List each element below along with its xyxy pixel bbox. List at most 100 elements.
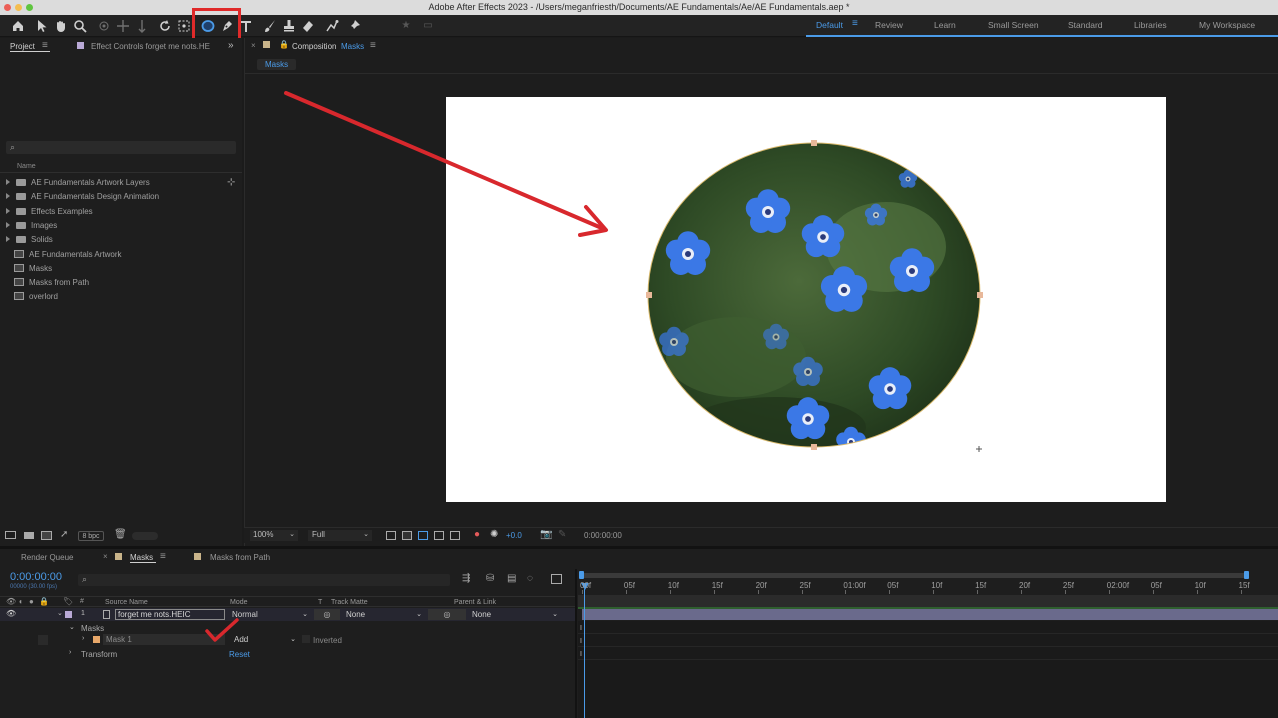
graph-editor-icon[interactable] <box>551 574 562 584</box>
minimize-window-button[interactable] <box>15 4 22 11</box>
reset-link[interactable]: Reset <box>229 650 250 659</box>
playhead-line[interactable] <box>584 589 585 718</box>
frame-blending-icon[interactable]: ▤ <box>507 573 516 584</box>
snapshot-icon[interactable]: 📷 <box>540 529 552 540</box>
layer-duration-bar[interactable] <box>582 609 1278 620</box>
workspace-default[interactable]: Default <box>816 20 843 30</box>
workspace-small-screen[interactable]: Small Screen <box>988 20 1039 30</box>
motion-blur-icon[interactable]: ◌ <box>527 573 533 584</box>
tab-composition-label[interactable]: Composition <box>292 42 336 51</box>
orbit-camera-icon[interactable] <box>96 18 112 34</box>
close-window-button[interactable] <box>4 4 11 11</box>
dolly-camera-icon[interactable] <box>134 18 150 34</box>
eye-icon[interactable]: 👁 <box>6 597 16 606</box>
column-name-header[interactable]: Name <box>17 163 36 170</box>
column-t[interactable]: T <box>318 599 322 606</box>
transparency-grid-icon[interactable] <box>402 531 412 540</box>
workspace-libraries[interactable]: Libraries <box>1134 20 1167 30</box>
navigator-end-handle[interactable] <box>1244 571 1249 579</box>
audio-icon[interactable]: ◖ <box>18 597 23 606</box>
expand-arrow-icon[interactable] <box>6 221 10 228</box>
project-slider[interactable] <box>132 532 158 540</box>
pan-camera-icon[interactable] <box>115 18 131 34</box>
rotation-tool-icon[interactable] <box>157 18 173 34</box>
workspace-my-workspace[interactable]: My Workspace <box>1199 20 1255 30</box>
channels-icon[interactable] <box>450 531 460 540</box>
lock-icon[interactable]: 🔒 <box>279 40 289 49</box>
layer-mode-dropdown[interactable]: Normal ⌄ <box>230 609 310 620</box>
region-of-interest-icon[interactable] <box>386 531 396 540</box>
panel-overflow-icon[interactable]: » <box>228 40 234 51</box>
column-mode[interactable]: Mode <box>230 599 248 606</box>
parent-pickwhip-icon[interactable]: ◎ <box>428 609 466 620</box>
show-snapshot-icon[interactable]: ✎ <box>558 529 566 540</box>
mask-solo-box[interactable] <box>38 635 48 645</box>
tab-composition-name[interactable]: Masks <box>341 42 364 51</box>
lock-icon[interactable]: 🔒 <box>39 597 49 606</box>
project-folder-item[interactable]: AE Fundamentals Artwork Layers <box>6 176 150 190</box>
new-folder-icon[interactable] <box>24 532 34 539</box>
time-area[interactable] <box>578 621 1278 718</box>
work-area-bar[interactable] <box>578 595 1278 607</box>
trash-icon[interactable]: 🗑 <box>114 529 127 540</box>
transform-expand-icon[interactable]: › <box>69 649 71 656</box>
column-parent[interactable]: Parent & Link <box>454 599 496 606</box>
zoom-dropdown[interactable]: 100% ⌄ <box>250 530 298 541</box>
new-composition-icon[interactable] <box>41 531 52 540</box>
expand-arrow-icon[interactable] <box>6 179 10 185</box>
tab-effect-controls[interactable]: Effect Controls forget me nots.HE <box>91 42 210 51</box>
close-tab-icon[interactable]: × <box>251 41 256 50</box>
zoom-tool-icon[interactable] <box>72 18 88 34</box>
expand-arrow-icon[interactable] <box>6 193 10 200</box>
expand-arrow-icon[interactable] <box>6 236 10 243</box>
label-tag-icon[interactable]: 🏷 <box>63 597 73 606</box>
comp-flowchart-icon[interactable]: ⇶ <box>462 573 470 584</box>
network-icon[interactable]: ⊹ <box>227 177 235 188</box>
project-comp-item[interactable]: AE Fundamentals Artwork <box>6 248 121 262</box>
project-folder-item[interactable]: Solids <box>6 233 53 247</box>
exposure-value[interactable]: +0.0 <box>506 531 522 540</box>
timeline-timecode[interactable]: 0:00:00:00 <box>10 571 62 583</box>
exposure-reset-icon[interactable]: ✺ <box>490 529 498 540</box>
home-icon[interactable] <box>10 18 26 34</box>
mask-mode-dropdown[interactable]: Add ⌄ <box>230 634 298 645</box>
tab-masks-timeline[interactable]: Masks <box>130 553 153 562</box>
layer-visibility-icon[interactable]: 👁 <box>6 609 16 618</box>
layer-expand-icon[interactable]: ⌄ <box>57 609 63 617</box>
project-comp-item[interactable]: overlord <box>6 290 58 304</box>
column-source-name[interactable]: Source Name <box>105 599 148 606</box>
track-matte-pickwhip-icon[interactable]: ◎ <box>314 609 340 620</box>
mask-color-swatch[interactable] <box>93 636 100 643</box>
project-search-input[interactable]: ⌕ <box>6 141 236 154</box>
inverted-checkbox[interactable] <box>302 635 310 643</box>
tab-render-queue[interactable]: Render Queue <box>21 553 73 562</box>
project-folder-item[interactable]: Effects Examples <box>6 205 93 219</box>
mask-visibility-icon[interactable] <box>418 531 428 540</box>
masks-expand-icon[interactable]: ⌄ <box>69 623 75 631</box>
hand-tool-icon[interactable] <box>53 18 69 34</box>
project-folder-item[interactable]: Images <box>6 219 57 233</box>
masks-group-label[interactable]: Masks <box>81 624 104 633</box>
brush-tool-icon[interactable] <box>262 18 278 34</box>
navigator-start-handle[interactable] <box>579 571 584 579</box>
selection-tool-icon[interactable] <box>34 18 50 34</box>
mask-expand-icon[interactable]: › <box>82 635 84 642</box>
timeline-menu-icon[interactable]: ≡ <box>160 551 166 562</box>
puppet-pin-icon[interactable] <box>346 18 362 34</box>
maximize-window-button[interactable] <box>26 4 33 11</box>
bpc-button[interactable]: 8 bpc <box>78 531 104 541</box>
layer-label-swatch[interactable] <box>65 611 72 618</box>
project-folder-item[interactable]: AE Fundamentals Design Animation <box>6 190 159 204</box>
close-tab-icon[interactable]: × <box>103 552 108 561</box>
draft-3d-icon[interactable]: ⛁ <box>486 573 494 584</box>
clone-stamp-icon[interactable] <box>281 18 297 34</box>
project-menu-icon[interactable]: ≡ <box>42 40 48 51</box>
tab-project[interactable]: Project <box>10 42 35 51</box>
layer-row[interactable]: 👁 ⌄ 1 forget me nots.HEIC Normal ⌄ ◎ Non… <box>0 608 575 621</box>
viewer-timecode[interactable]: 0:00:00:00 <box>584 531 622 540</box>
comp-breadcrumb[interactable]: Masks <box>257 59 297 70</box>
workspace-menu-icon[interactable]: ≡ <box>852 18 858 29</box>
comp-menu-icon[interactable]: ≡ <box>370 40 376 51</box>
anchor-point-tool-icon[interactable] <box>176 18 192 34</box>
snapping-icon[interactable]: ▭ <box>420 18 436 34</box>
